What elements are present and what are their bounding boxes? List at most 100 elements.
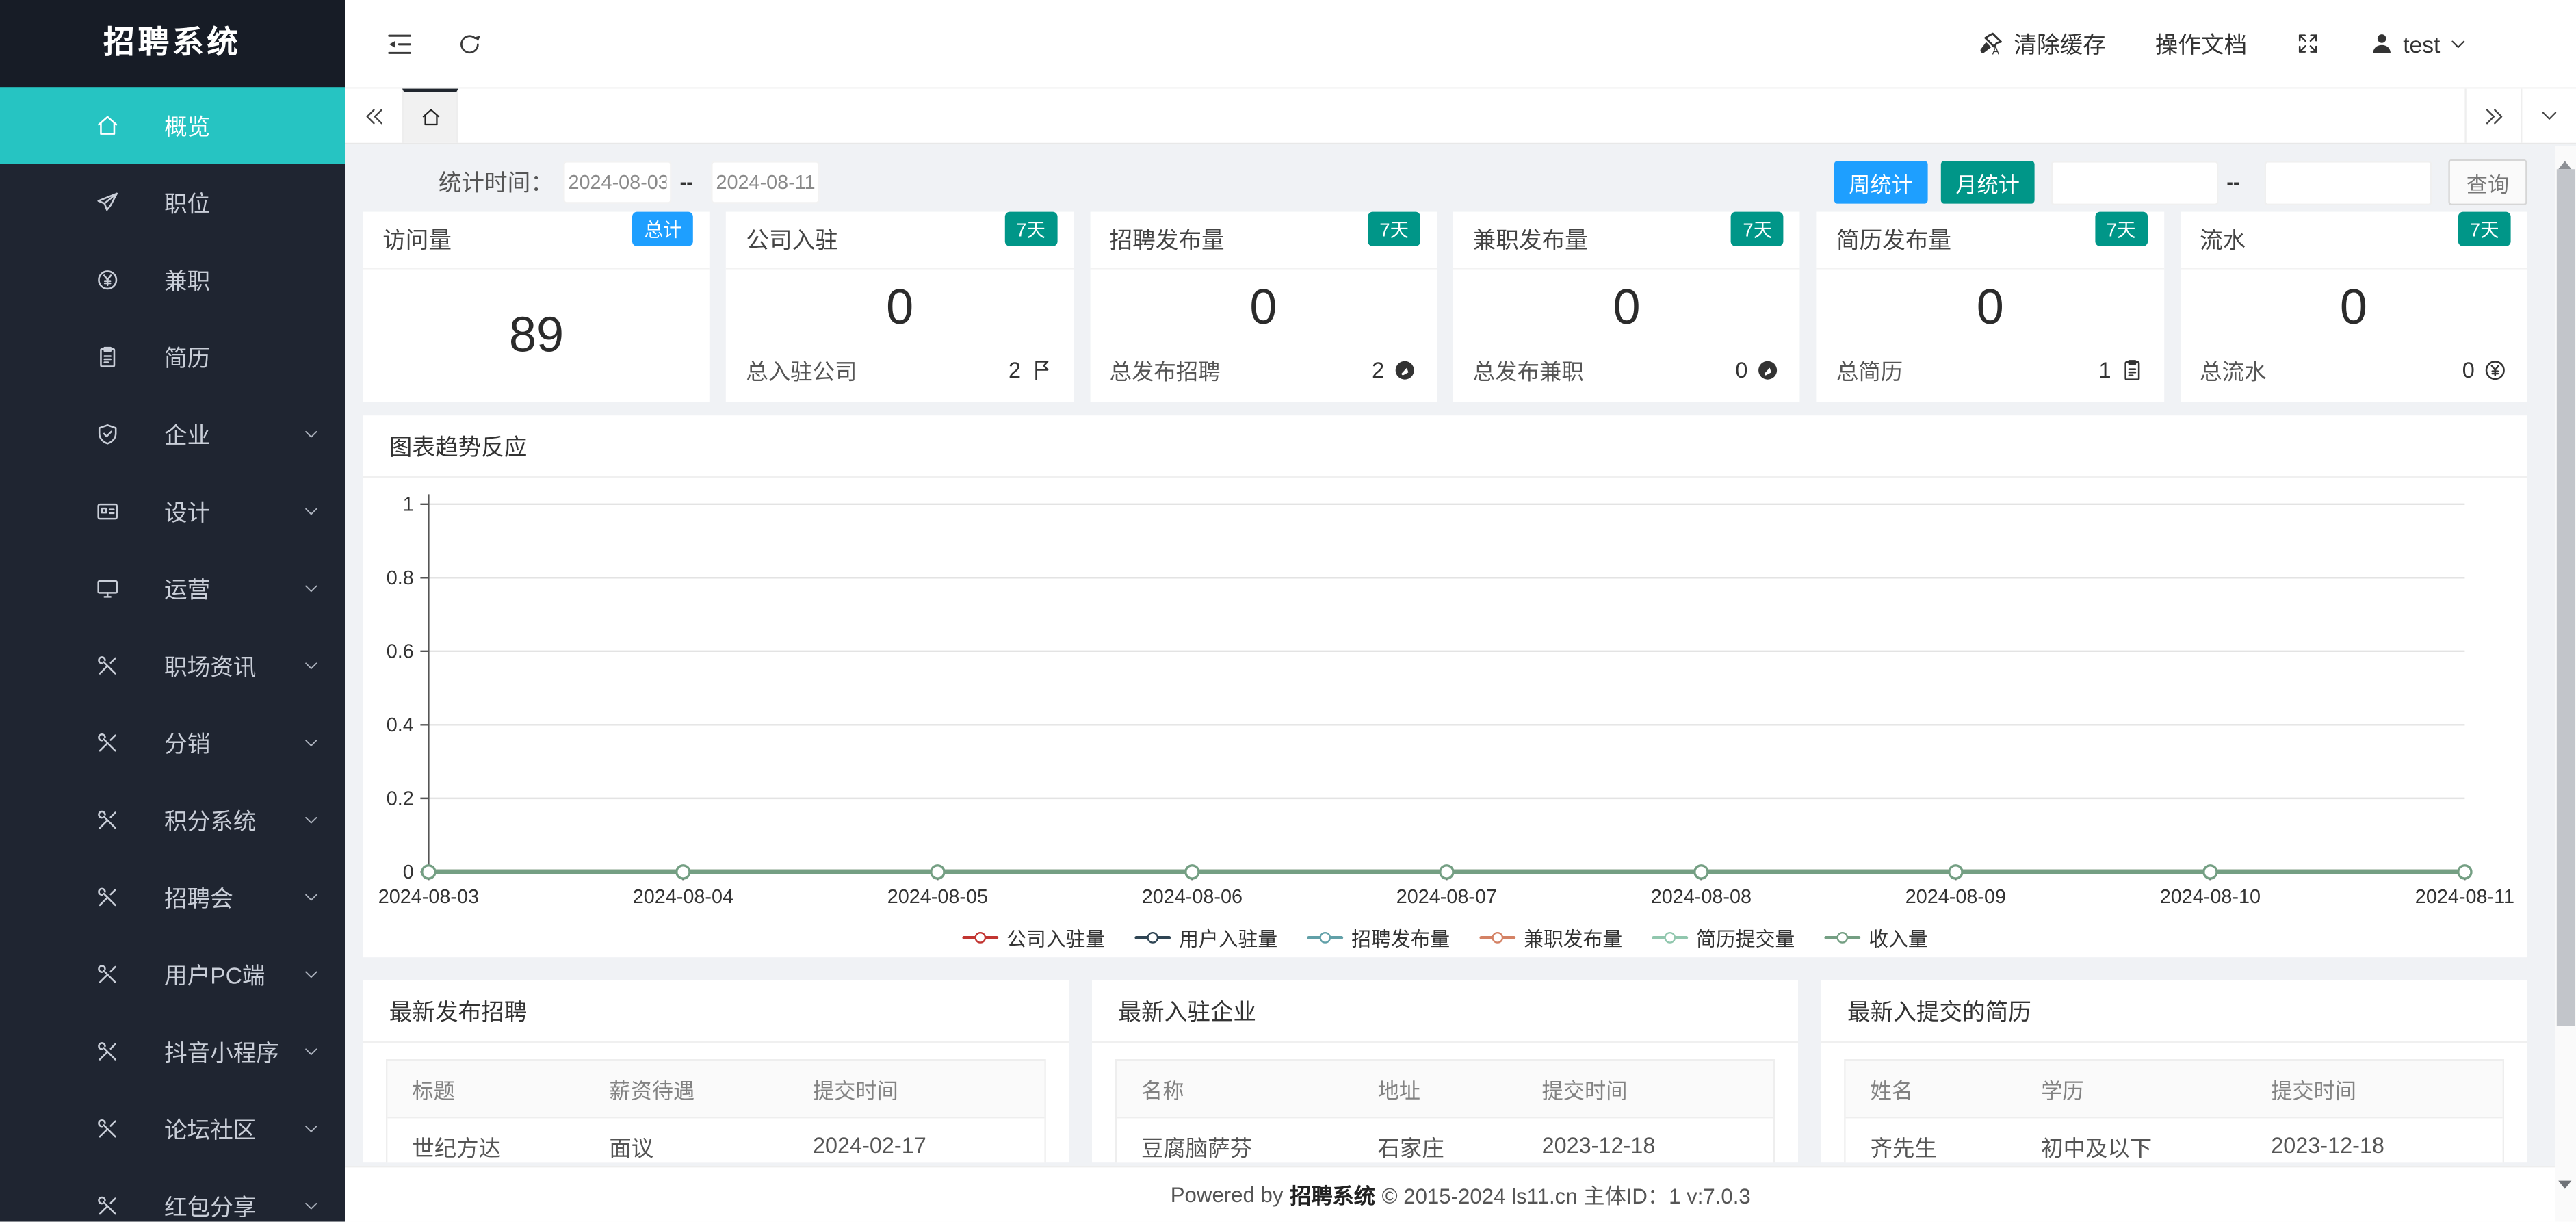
yen-icon xyxy=(2483,357,2508,382)
date-to-input[interactable] xyxy=(711,161,819,203)
fold-icon xyxy=(385,29,414,58)
table-cell: 世纪方达 xyxy=(387,1118,584,1162)
scrollbar-thumb[interactable] xyxy=(2557,169,2575,1026)
scrollbar-up-arrow-icon[interactable] xyxy=(2558,155,2571,170)
brush-icon: A xyxy=(1978,29,2006,57)
table-cell: 豆腐脑萨芬 xyxy=(1117,1118,1353,1162)
card-title: 流水 xyxy=(2200,223,2246,256)
sidebar-item-4[interactable]: 企业 xyxy=(0,395,345,473)
dblright-icon xyxy=(2482,104,2506,127)
fullscreen-icon xyxy=(2296,31,2321,56)
sidebar-item-13[interactable]: 论坛社区 xyxy=(0,1091,345,1168)
card-title: 兼职发布量 xyxy=(1473,223,1588,256)
card-badge: 7天 xyxy=(2458,212,2511,246)
table-row[interactable]: 世纪方达面议2024-02-17 xyxy=(387,1117,1044,1162)
clear-cache-button[interactable]: A 清除缓存 xyxy=(1978,27,2106,60)
sidebar-item-10[interactable]: 招聘会 xyxy=(0,859,345,936)
svg-text:0.6: 0.6 xyxy=(387,640,414,662)
stat-card-4: 简历发布量 7天 0 总简历 1 xyxy=(1817,212,2163,402)
trend-chart: 00.20.40.60.812024-08-032024-08-042024-0… xyxy=(363,478,2527,921)
stat-card-0: 访问量 总计 89 xyxy=(363,212,710,402)
card-value: 0 xyxy=(2180,270,2527,347)
tools-icon xyxy=(95,653,120,678)
date-from-input[interactable] xyxy=(563,161,671,203)
sidebar-item-5[interactable]: 设计 xyxy=(0,473,345,550)
sidebar-item-1[interactable]: 职位 xyxy=(0,164,345,242)
range-from-input[interactable] xyxy=(2051,160,2219,205)
table-row[interactable]: 齐先生初中及以下2023-12-18 xyxy=(1846,1117,2503,1162)
query-button[interactable]: 查询 xyxy=(2448,159,2527,205)
data-point xyxy=(2458,866,2471,879)
tools-icon xyxy=(95,808,120,833)
table-cell: 初中及以下 xyxy=(2016,1118,2246,1162)
tabbar-right xyxy=(2464,89,2576,143)
table-row[interactable]: 豆腐脑萨芬石家庄2023-12-18 xyxy=(1117,1117,1773,1162)
sidebar-item-12[interactable]: 抖音小程序 xyxy=(0,1013,345,1091)
month-stat-button[interactable]: 月统计 xyxy=(1941,161,2035,203)
monitor-icon xyxy=(95,576,120,601)
sidebar-item-2[interactable]: 兼职 xyxy=(0,242,345,319)
card-title: 公司入驻 xyxy=(746,223,837,256)
legend-item[interactable]: 用户入驻量 xyxy=(1134,924,1277,952)
card-title: 访问量 xyxy=(382,223,452,256)
svg-text:2024-08-10: 2024-08-10 xyxy=(2160,886,2261,908)
docs-link[interactable]: 操作文档 xyxy=(2155,27,2247,60)
tabs-scroll-right-button[interactable] xyxy=(2464,89,2521,143)
sidebar-item-9[interactable]: 积分系统 xyxy=(0,781,345,859)
fullscreen-button[interactable] xyxy=(2296,31,2321,56)
chev-icon xyxy=(2448,34,2468,53)
week-stat-button[interactable]: 周统计 xyxy=(1834,161,1928,203)
data-point xyxy=(1695,866,1708,879)
tab-home[interactable] xyxy=(402,89,458,143)
legend-item[interactable]: 简历提交量 xyxy=(1652,924,1795,952)
svg-text:A: A xyxy=(1993,46,2001,57)
svg-text:2024-08-03: 2024-08-03 xyxy=(378,886,479,908)
table-title: 最新入驻企业 xyxy=(1092,980,1798,1043)
tabs-scroll-left-button[interactable] xyxy=(345,89,402,143)
col-header: 地址 xyxy=(1353,1061,1518,1117)
menu-fold-button[interactable] xyxy=(385,29,414,58)
sidebar-item-11[interactable]: 用户PC端 xyxy=(0,936,345,1013)
svg-text:0.2: 0.2 xyxy=(387,788,414,809)
card-value: 0 xyxy=(1453,270,1800,347)
tabs-menu-button[interactable] xyxy=(2521,89,2576,143)
range-to-input[interactable] xyxy=(2265,160,2432,205)
sidebar-item-6[interactable]: 运营 xyxy=(0,550,345,627)
svg-text:0.4: 0.4 xyxy=(387,714,414,736)
card-footer-label: 总简历 xyxy=(1836,353,1903,386)
sidebar-item-0[interactable]: 概览 xyxy=(0,87,345,164)
chart-title: 图表趋势反应 xyxy=(363,415,2527,478)
legend-item[interactable]: 招聘发布量 xyxy=(1307,924,1450,952)
sidebar-item-7[interactable]: 职场资讯 xyxy=(0,627,345,705)
compass-icon xyxy=(1756,357,1780,382)
topbar-left xyxy=(385,29,483,58)
sidebar-item-3[interactable]: 简历 xyxy=(0,319,345,396)
legend-item[interactable]: 公司入驻量 xyxy=(962,924,1105,952)
legend-marker-icon xyxy=(1307,936,1343,939)
topbar-right: A 清除缓存 操作文档 test xyxy=(1978,27,2469,60)
card-footer-label: 总入驻公司 xyxy=(746,353,857,386)
footer-prefix: Powered by xyxy=(1171,1182,1284,1207)
chev-icon xyxy=(302,888,320,906)
col-header: 名称 xyxy=(1117,1061,1353,1117)
user-menu[interactable]: test xyxy=(2370,30,2468,56)
clipboard-icon xyxy=(2120,357,2144,382)
legend-item[interactable]: 兼职发布量 xyxy=(1479,924,1622,952)
stat-card-2: 招聘发布量 7天 0 总发布招聘 2 xyxy=(1090,212,1437,402)
home-icon xyxy=(95,114,120,138)
legend-item[interactable]: 收入量 xyxy=(1824,924,1927,952)
vertical-scrollbar[interactable] xyxy=(2555,146,2576,1222)
scrollbar-down-arrow-icon[interactable] xyxy=(2558,1181,2571,1196)
footer-suffix: © 2015-2024 ls11.cn 主体ID：1 v:7.0.3 xyxy=(1382,1179,1751,1210)
card-footer-label: 总发布招聘 xyxy=(1110,353,1221,386)
table-title: 最新入提交的简历 xyxy=(1821,980,2527,1043)
refresh-button[interactable] xyxy=(456,30,482,56)
card-value: 0 xyxy=(1817,270,2163,347)
chev-icon xyxy=(302,965,320,983)
sidebar-item-8[interactable]: 分销 xyxy=(0,705,345,782)
app-logo: 招聘系统 xyxy=(0,0,345,87)
main-area: A 清除缓存 操作文档 test xyxy=(345,0,2576,1222)
card-value: 89 xyxy=(363,270,710,402)
card-badge: 7天 xyxy=(1732,212,1784,246)
sidebar-item-14[interactable]: 红包分享 xyxy=(0,1167,345,1221)
